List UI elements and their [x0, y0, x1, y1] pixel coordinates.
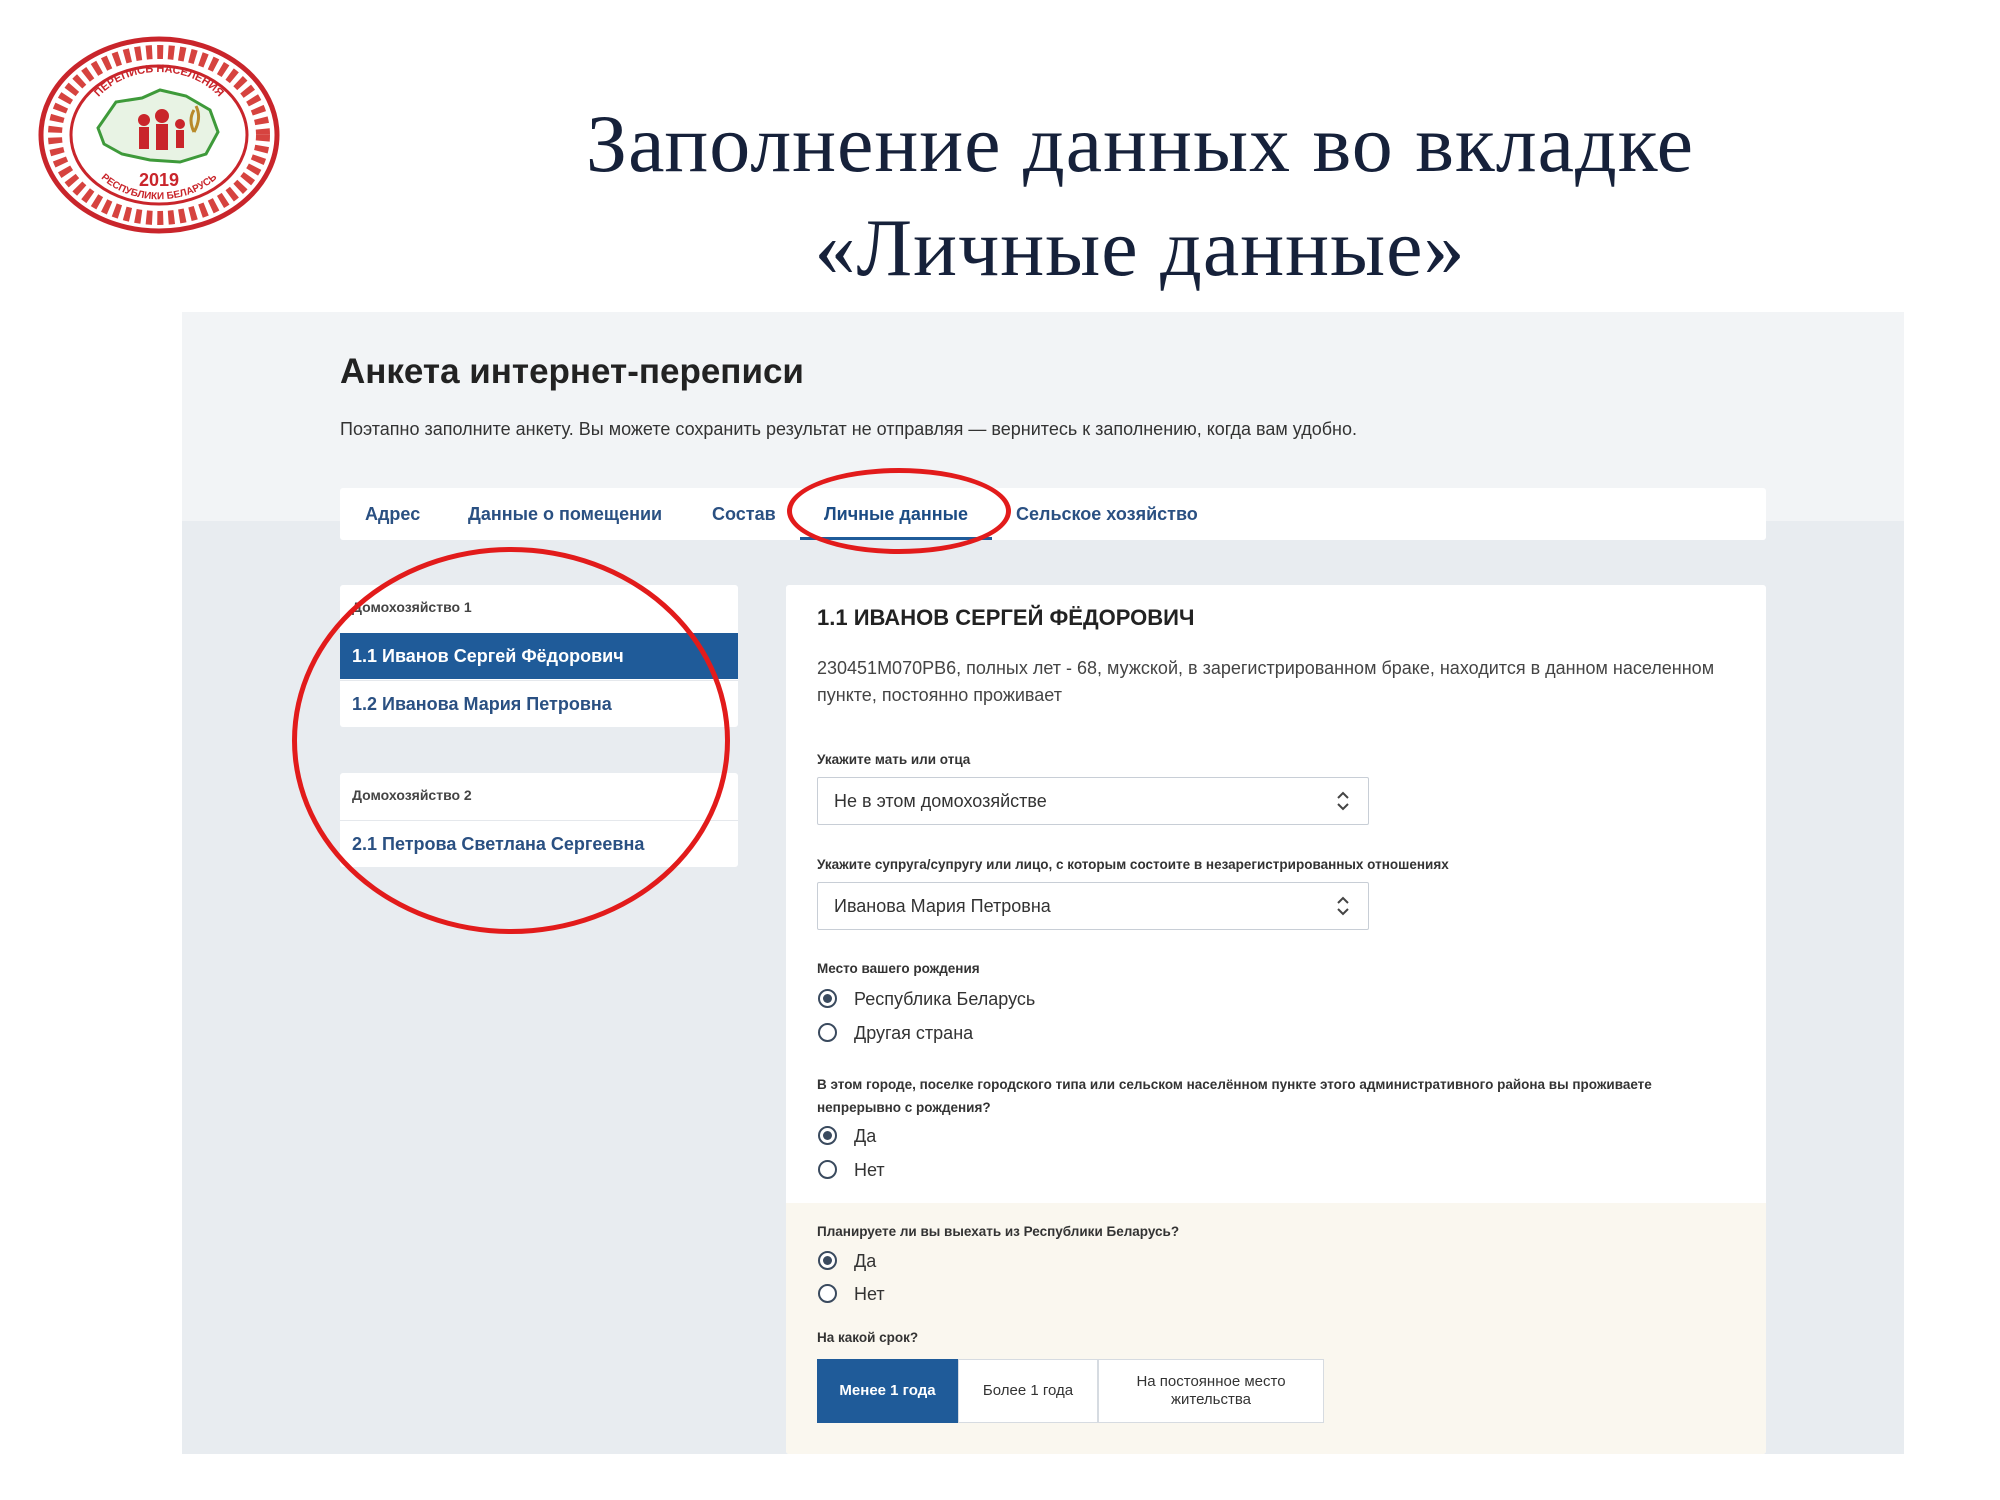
radio-since-birth-yes[interactable]: Да: [817, 1122, 876, 1150]
tab-bar: Адрес Данные о помещении Состав Личные д…: [340, 488, 1766, 540]
chevron-up-down-icon: [1337, 896, 1349, 916]
term-option-more-1-year[interactable]: Более 1 года: [958, 1359, 1098, 1423]
radio-unchecked-icon: [818, 1160, 837, 1179]
slide-title-line-2: «Личные данные»: [814, 202, 1466, 293]
radio-birthplace-belarus[interactable]: Республика Беларусь: [817, 985, 1035, 1013]
household-panel-1: Домохозяйство 1 1.1 Иванов Сергей Фёдоро…: [340, 585, 738, 727]
person-description: 230451М070РВ6, полных лет - 68, мужской,…: [817, 658, 1715, 705]
term-option-permanent[interactable]: На постоянное место жительства: [1098, 1359, 1324, 1423]
household-label: Домохозяйство 1: [352, 599, 472, 615]
chevron-up-down-icon: [1337, 791, 1349, 811]
spouse-select[interactable]: Иванова Мария Петровна: [817, 882, 1369, 930]
census-logo: 2019 ПЕРЕПИСЬ НАСЕЛЕНИЯ РЕСПУБЛИКИ БЕЛАР…: [38, 36, 280, 234]
census-2019-logo-icon: 2019 ПЕРЕПИСЬ НАСЕЛЕНИЯ РЕСПУБЛИКИ БЕЛАР…: [38, 36, 280, 234]
household-member-1-1[interactable]: 1.1 Иванов Сергей Фёдорович: [340, 633, 738, 679]
household-label: Домохозяйство 2: [352, 787, 472, 803]
question-since-birth-label: В этом городе, поселке городского типа и…: [817, 1077, 1652, 1115]
radio-checked-icon: [818, 1251, 837, 1270]
question-term-label: На какой срок?: [817, 1330, 919, 1345]
radio-checked-icon: [818, 989, 837, 1008]
radio-label: Да: [854, 1126, 877, 1146]
radio-label: Другая страна: [854, 1023, 974, 1043]
radio-plan-leave-no[interactable]: Нет: [817, 1280, 885, 1308]
term-option-less-1-year[interactable]: Менее 1 года: [817, 1359, 958, 1423]
household-panel-2: Домохозяйство 2 2.1 Петрова Светлана Сер…: [340, 773, 738, 867]
parent-select-value: Не в этом домохозяйстве: [834, 791, 1047, 811]
question-plan-leave-label: Планируете ли вы выехать из Республики Б…: [817, 1224, 1180, 1239]
tab-address[interactable]: Адрес: [365, 488, 420, 540]
person-title: 1.1 ИВАНОВ СЕРГЕЙ ФЁДОРОВИЧ: [817, 605, 1195, 630]
form-subtitle: Поэтапно заполните анкету. Вы можете сох…: [340, 419, 1357, 439]
radio-label: Республика Беларусь: [854, 989, 1036, 1009]
tab-personal-data[interactable]: Личные данные: [800, 488, 992, 540]
question-spouse-label: Укажите супруга/супругу или лицо, с кото…: [817, 857, 1449, 872]
radio-birthplace-other[interactable]: Другая страна: [817, 1019, 973, 1047]
radio-label: Да: [854, 1251, 877, 1271]
radio-plan-leave-yes[interactable]: Да: [817, 1247, 876, 1275]
tab-composition[interactable]: Состав: [712, 488, 776, 540]
form-title: Анкета интернет-переписи: [340, 352, 804, 391]
spouse-select-value: Иванова Мария Петровна: [834, 896, 1051, 916]
household-member-2-1[interactable]: 2.1 Петрова Светлана Сергеевна: [340, 820, 738, 866]
census-form-screenshot: Анкета интернет-переписи Поэтапно заполн…: [182, 312, 1904, 1454]
radio-checked-icon: [818, 1126, 837, 1145]
radio-label: Нет: [854, 1160, 885, 1180]
question-parent-label: Укажите мать или отца: [817, 752, 971, 767]
household-member-1-2[interactable]: 1.2 Иванова Мария Петровна: [340, 680, 738, 726]
logo-year: 2019: [139, 170, 179, 190]
slide-title: Заполнение данных во вкладке «Личные дан…: [400, 92, 1880, 300]
radio-label: Нет: [854, 1284, 885, 1304]
question-birthplace-label: Место вашего рождения: [817, 961, 980, 976]
person-panel: 1.1 ИВАНОВ СЕРГЕЙ ФЁДОРОВИЧ 230451М070РВ…: [786, 585, 1766, 1454]
tab-agriculture[interactable]: Сельское хозяйство: [1016, 488, 1198, 540]
radio-since-birth-no[interactable]: Нет: [817, 1156, 885, 1184]
radio-unchecked-icon: [818, 1023, 837, 1042]
slide-title-line-1: Заполнение данных во вкладке: [586, 98, 1694, 189]
tab-premises[interactable]: Данные о помещении: [468, 488, 662, 540]
parent-select[interactable]: Не в этом домохозяйстве: [817, 777, 1369, 825]
radio-unchecked-icon: [818, 1284, 837, 1303]
